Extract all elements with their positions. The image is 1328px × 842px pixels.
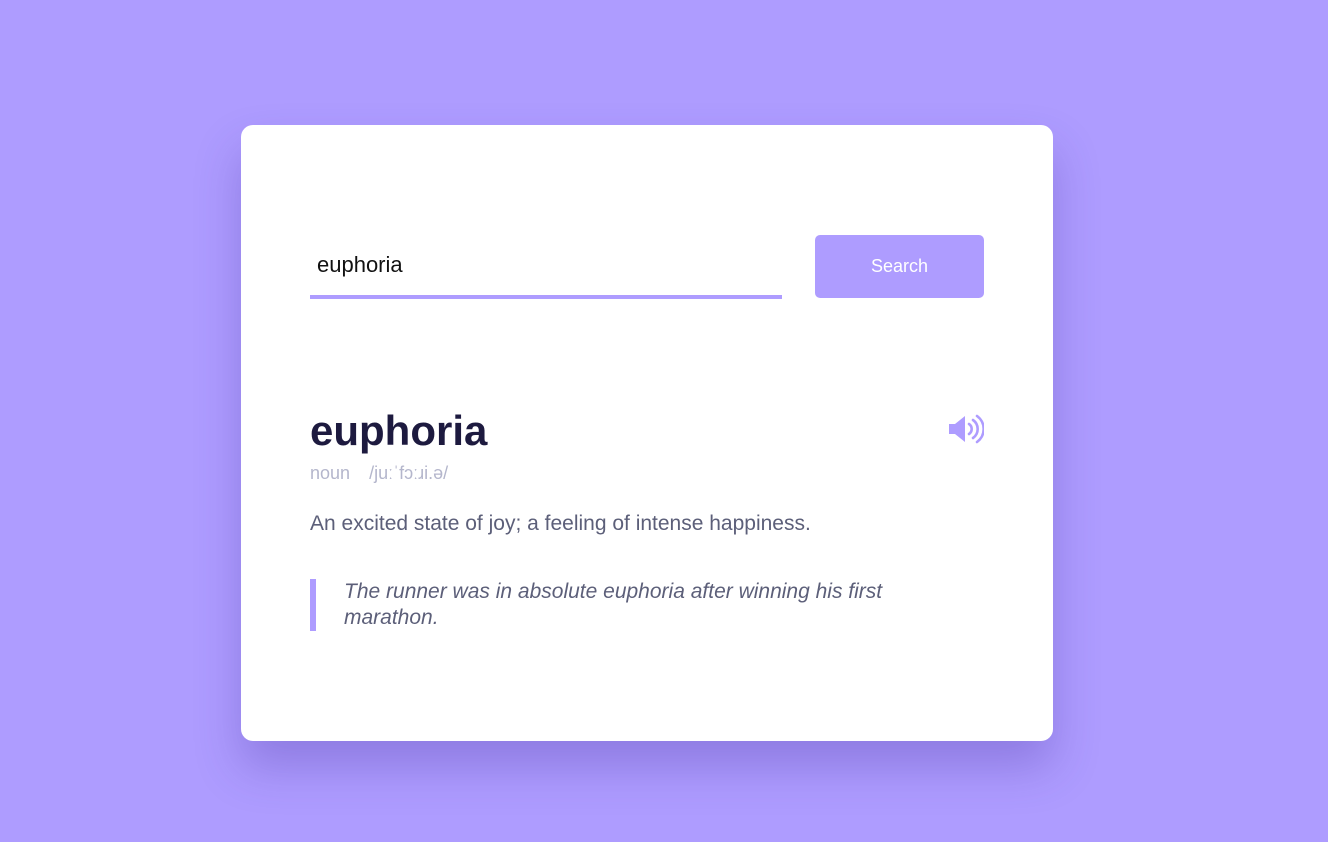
speaker-volume-icon bbox=[949, 414, 985, 444]
part-of-speech: noun bbox=[310, 463, 351, 483]
play-pronunciation-button[interactable] bbox=[948, 413, 985, 445]
word-definition: An excited state of joy; a feeling of in… bbox=[310, 512, 811, 535]
search-field bbox=[310, 235, 782, 299]
usage-example-text: The runner was in absolute euphoria afte… bbox=[344, 580, 883, 629]
search-button[interactable]: Search bbox=[815, 235, 984, 298]
phonetic-transcription: /juːˈfɔːɹi.ə/ bbox=[369, 463, 449, 483]
word-title: euphoria bbox=[310, 407, 488, 454]
search-input[interactable] bbox=[310, 235, 782, 295]
word-details: noun /juːˈfɔːɹi.ə/ bbox=[310, 462, 448, 484]
usage-example: The runner was in absolute euphoria afte… bbox=[310, 579, 950, 631]
dictionary-card: Search euphoria noun /juːˈfɔːɹi.ə/ An ex… bbox=[241, 125, 1053, 741]
search-bar: Search bbox=[310, 235, 984, 299]
